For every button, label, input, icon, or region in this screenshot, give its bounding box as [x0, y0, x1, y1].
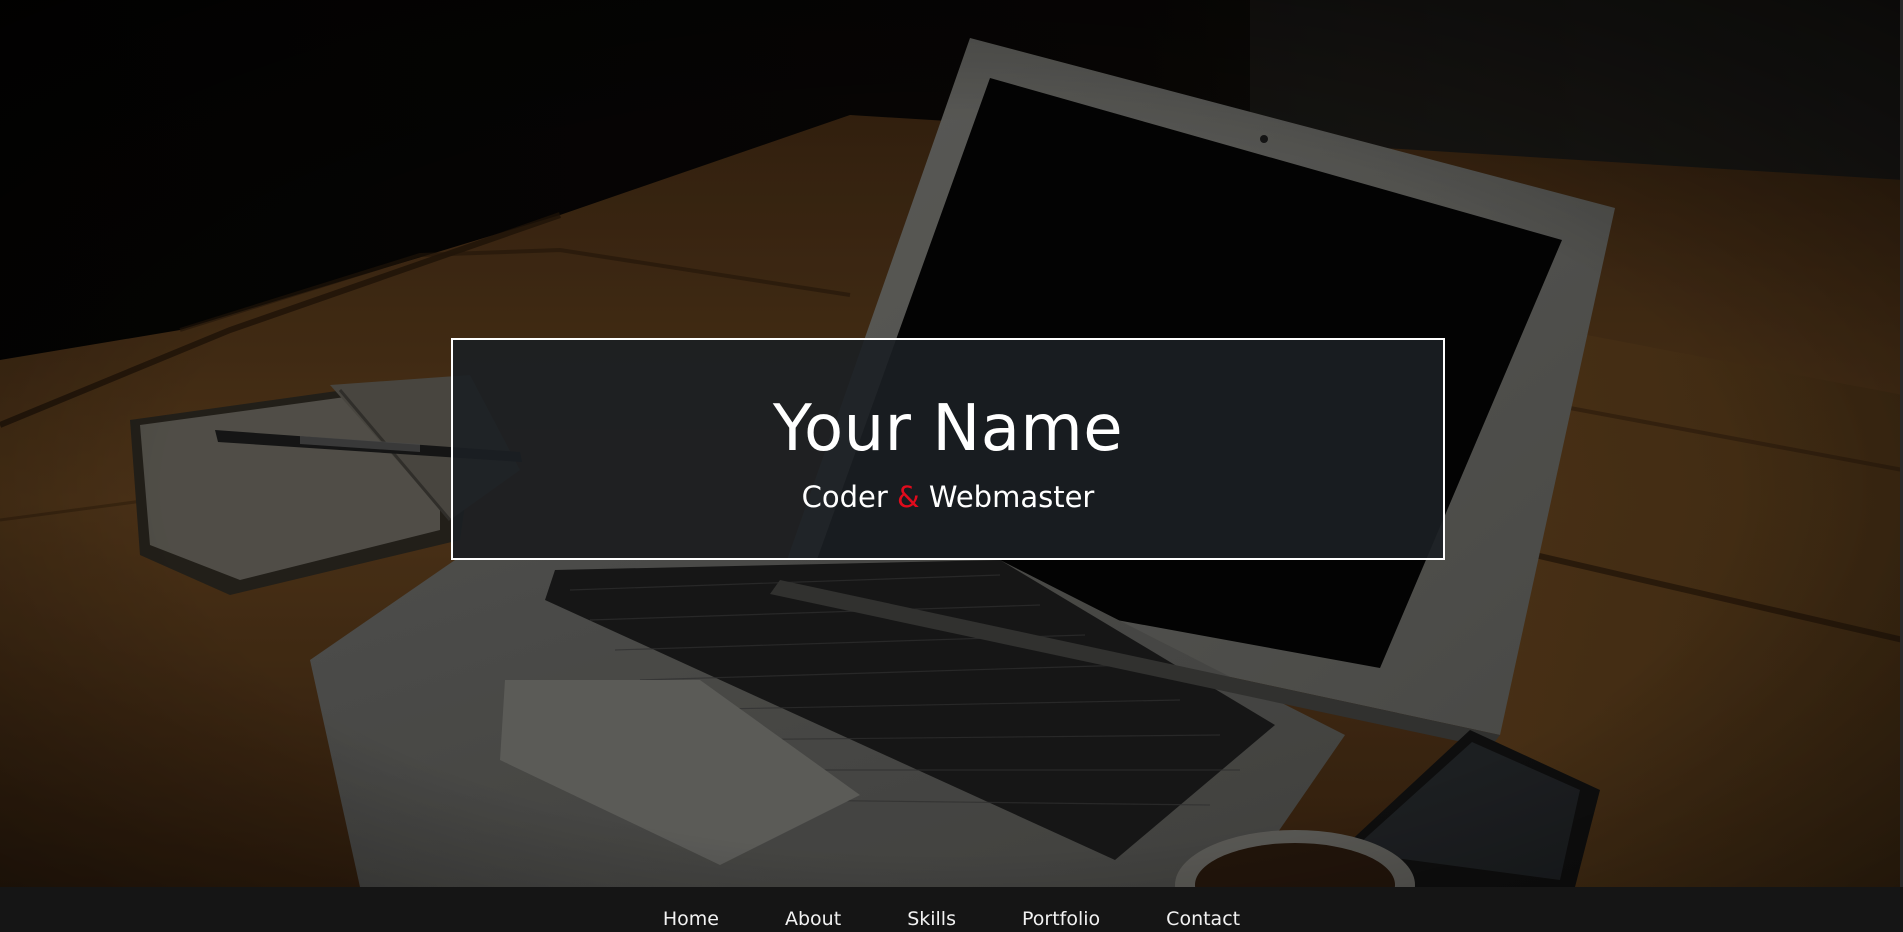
nav-link-portfolio[interactable]: Portfolio: [989, 887, 1133, 931]
nav-link-contact[interactable]: Contact: [1133, 887, 1273, 931]
hero-subtitle: Coder & Webmaster: [453, 479, 1443, 515]
hero-subtitle-ampersand: &: [897, 480, 920, 514]
hero-subtitle-role-1: Coder: [801, 480, 888, 514]
nav-link-about[interactable]: About: [752, 887, 874, 931]
hero-name: Your Name: [772, 392, 1124, 466]
nav-link-skills[interactable]: Skills: [874, 887, 989, 931]
hero-title-box: Your Name Coder & Webmaster: [451, 338, 1445, 560]
nav-list: Home About Skills Portfolio Contact: [0, 887, 1903, 932]
main-navigation: Home About Skills Portfolio Contact: [0, 887, 1903, 932]
hero-subtitle-role-2: Webmaster: [928, 480, 1095, 514]
hero-section: Your Name Coder & Webmaster: [0, 0, 1903, 887]
nav-link-home[interactable]: Home: [630, 887, 752, 931]
